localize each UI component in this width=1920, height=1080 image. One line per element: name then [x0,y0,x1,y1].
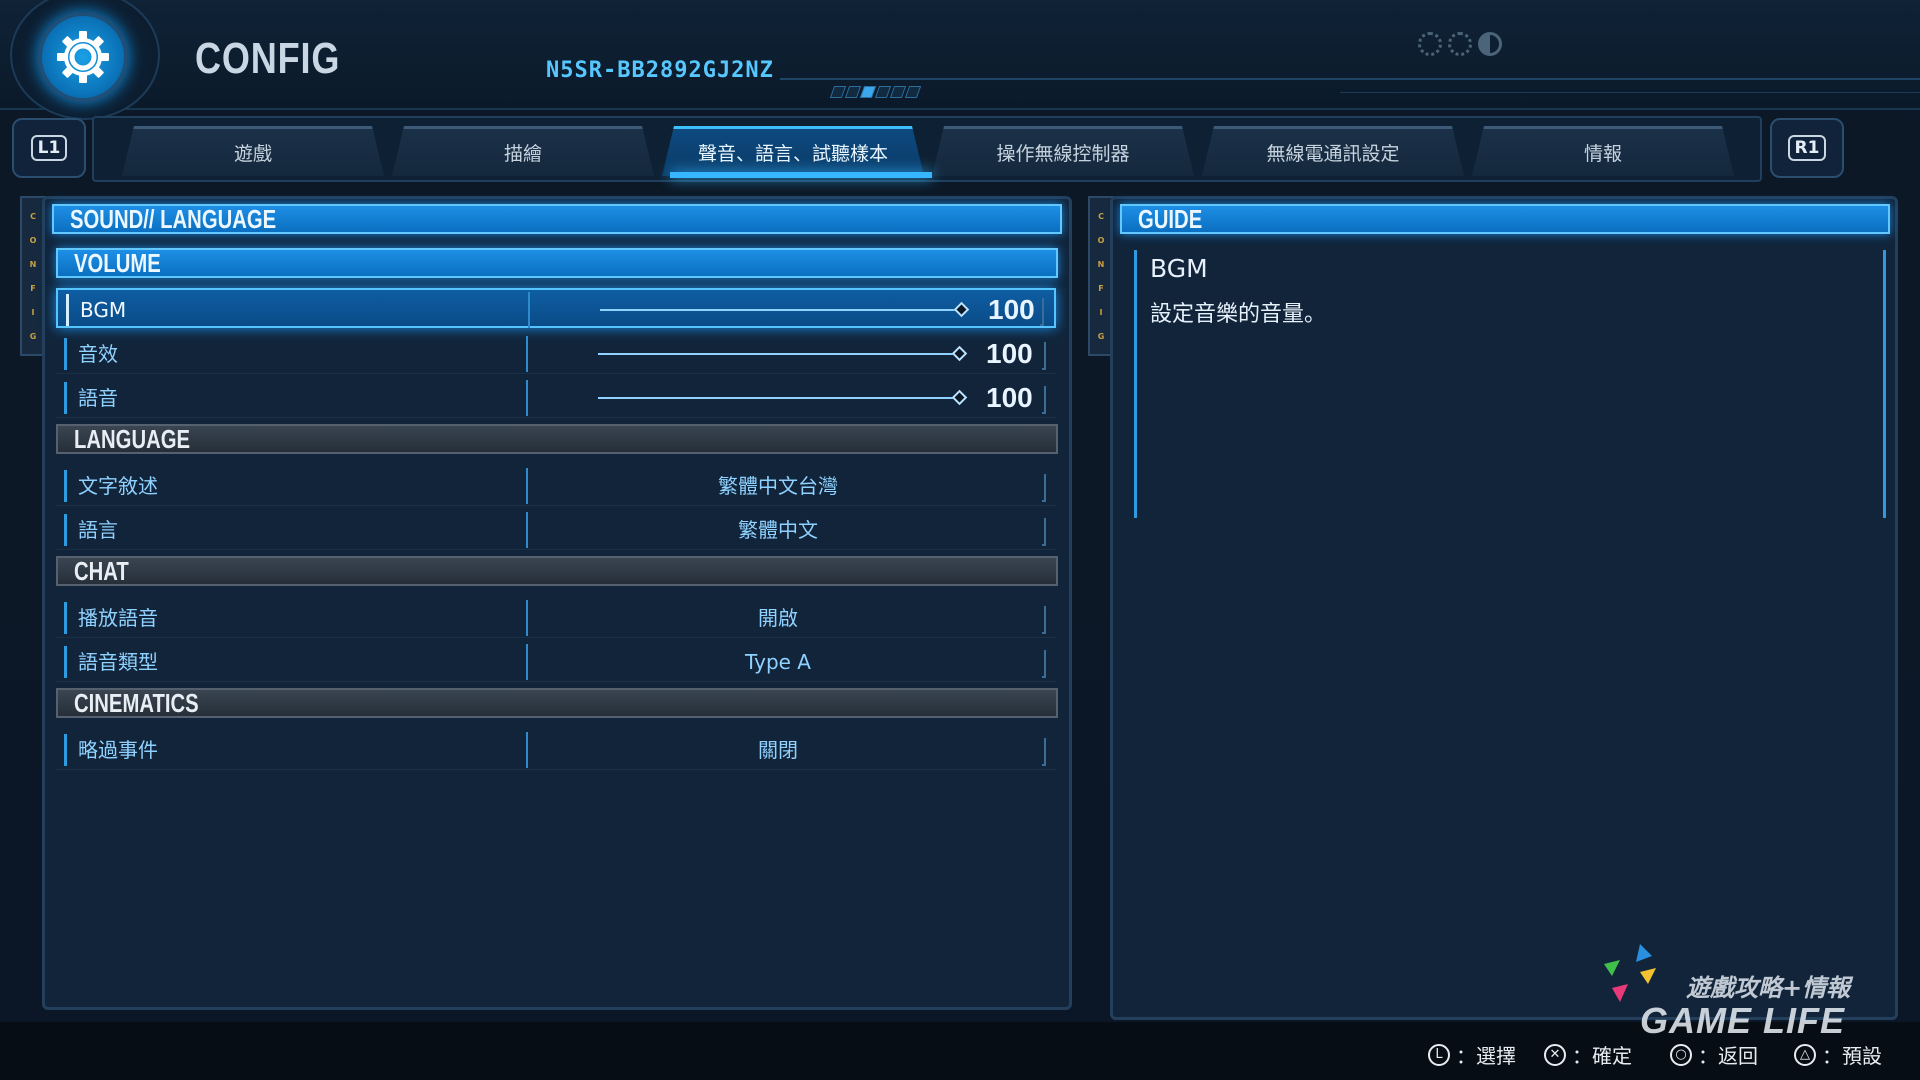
setting-row-bgm[interactable]: BGM 100 [56,288,1056,328]
tab-label: 操作無線控制器 [996,143,1130,165]
tab-label: 聲音、語言、試聽樣本 [697,143,888,165]
page-title: CONFIG [195,34,341,83]
device-id: N5SR-BB2892GJ2NZ [546,58,774,83]
status-ring-icon [1418,32,1442,56]
setting-value: Type A [745,650,811,674]
setting-value: 開啟 [758,606,798,630]
header-page-indicator [829,86,922,98]
hint-back: ○ ：返回 [1670,1040,1758,1069]
triangle-button-icon: △ [1794,1043,1816,1066]
voice-slider[interactable] [598,397,960,399]
setting-label: 語音類型 [78,650,158,674]
header-status-icons [1418,32,1502,56]
tab-label: 無線電通訊設定 [1266,143,1400,165]
watermark-cn: 遊戲攻略+情報 [1686,974,1851,1002]
section-volume: VOLUME [56,248,1058,278]
hint-default: △ ：預設 [1794,1040,1882,1069]
tab-label: 情報 [1583,143,1622,165]
bgm-slider[interactable] [600,309,962,311]
section-chat: CHAT [56,556,1058,586]
tab-controller[interactable]: 操作無線控制器 [932,126,1194,176]
r1-button[interactable]: R1 [1770,118,1844,178]
circle-button-icon: ○ [1670,1043,1692,1066]
setting-label: 略過事件 [78,738,158,762]
tab-label: 描繪 [503,143,542,165]
l1-label: L1 [30,135,68,161]
sfx-slider[interactable] [598,353,960,355]
setting-value: 關閉 [758,738,798,762]
setting-value: 繁體中文台灣 [718,474,838,498]
setting-row-sfx[interactable]: 音效 100 [56,334,1056,374]
tab-game[interactable]: 遊戲 [122,126,384,176]
tab-sound-language[interactable]: 聲音、語言、試聽樣本 [662,126,924,176]
setting-label: 語音 [78,386,118,410]
setting-row-skip-events[interactable]: 略過事件 關閉 [56,730,1056,770]
slider-value: 100 [986,338,1033,369]
slider-value: 100 [988,294,1035,325]
footer-bar [0,1022,1920,1080]
setting-label: 音效 [78,342,118,366]
setting-row-subtitles[interactable]: 文字敘述 繁體中文台灣 [56,466,1056,506]
left-stick-icon: L [1428,1043,1450,1066]
section-language: LANGUAGE [56,424,1058,454]
tab-graphics[interactable]: 描繪 [392,126,654,176]
setting-label: 文字敘述 [78,474,158,498]
guide-heading: GUIDE [1120,204,1890,234]
watermark-en: GAME LIFE [1640,1000,1845,1041]
hint-confirm: ✕ ：確定 [1544,1040,1632,1069]
slider-handle[interactable] [951,345,968,362]
setting-label: 播放語音 [78,606,158,630]
cross-button-icon: ✕ [1544,1043,1566,1066]
section-cinematics: CINEMATICS [56,688,1058,718]
tab-label: 遊戲 [233,143,272,165]
active-tab-underline [670,172,932,178]
r1-label: R1 [1787,135,1827,161]
slider-handle[interactable] [953,301,970,318]
header-divider-secondary [1340,92,1920,93]
gear-icon [38,12,128,102]
setting-label: BGM [80,298,127,322]
guide-content-frame [1134,250,1886,518]
guide-title: BGM [1150,254,1208,283]
setting-row-voice-type[interactable]: 語音類型 Type A [56,642,1056,682]
tab-info[interactable]: 情報 [1472,126,1734,176]
setting-row-play-voice[interactable]: 播放語音 開啟 [56,598,1056,638]
setting-label: 語言 [78,518,118,542]
setting-value: 繁體中文 [738,518,818,542]
setting-row-language[interactable]: 語言 繁體中文 [56,510,1056,550]
setting-row-voice[interactable]: 語音 100 [56,378,1056,418]
hint-select: L ：選擇 [1428,1040,1516,1069]
status-ring-icon [1448,32,1472,56]
panel-title: SOUND// LANGUAGE [52,204,1062,234]
slider-value: 100 [986,382,1033,413]
tab-radio[interactable]: 無線電通訊設定 [1202,126,1464,176]
guide-description: 設定音樂的音量。 [1150,302,1327,327]
status-half-icon [1478,32,1502,56]
header-divider [780,78,1920,80]
slider-handle[interactable] [951,389,968,406]
l1-button[interactable]: L1 [12,118,86,178]
